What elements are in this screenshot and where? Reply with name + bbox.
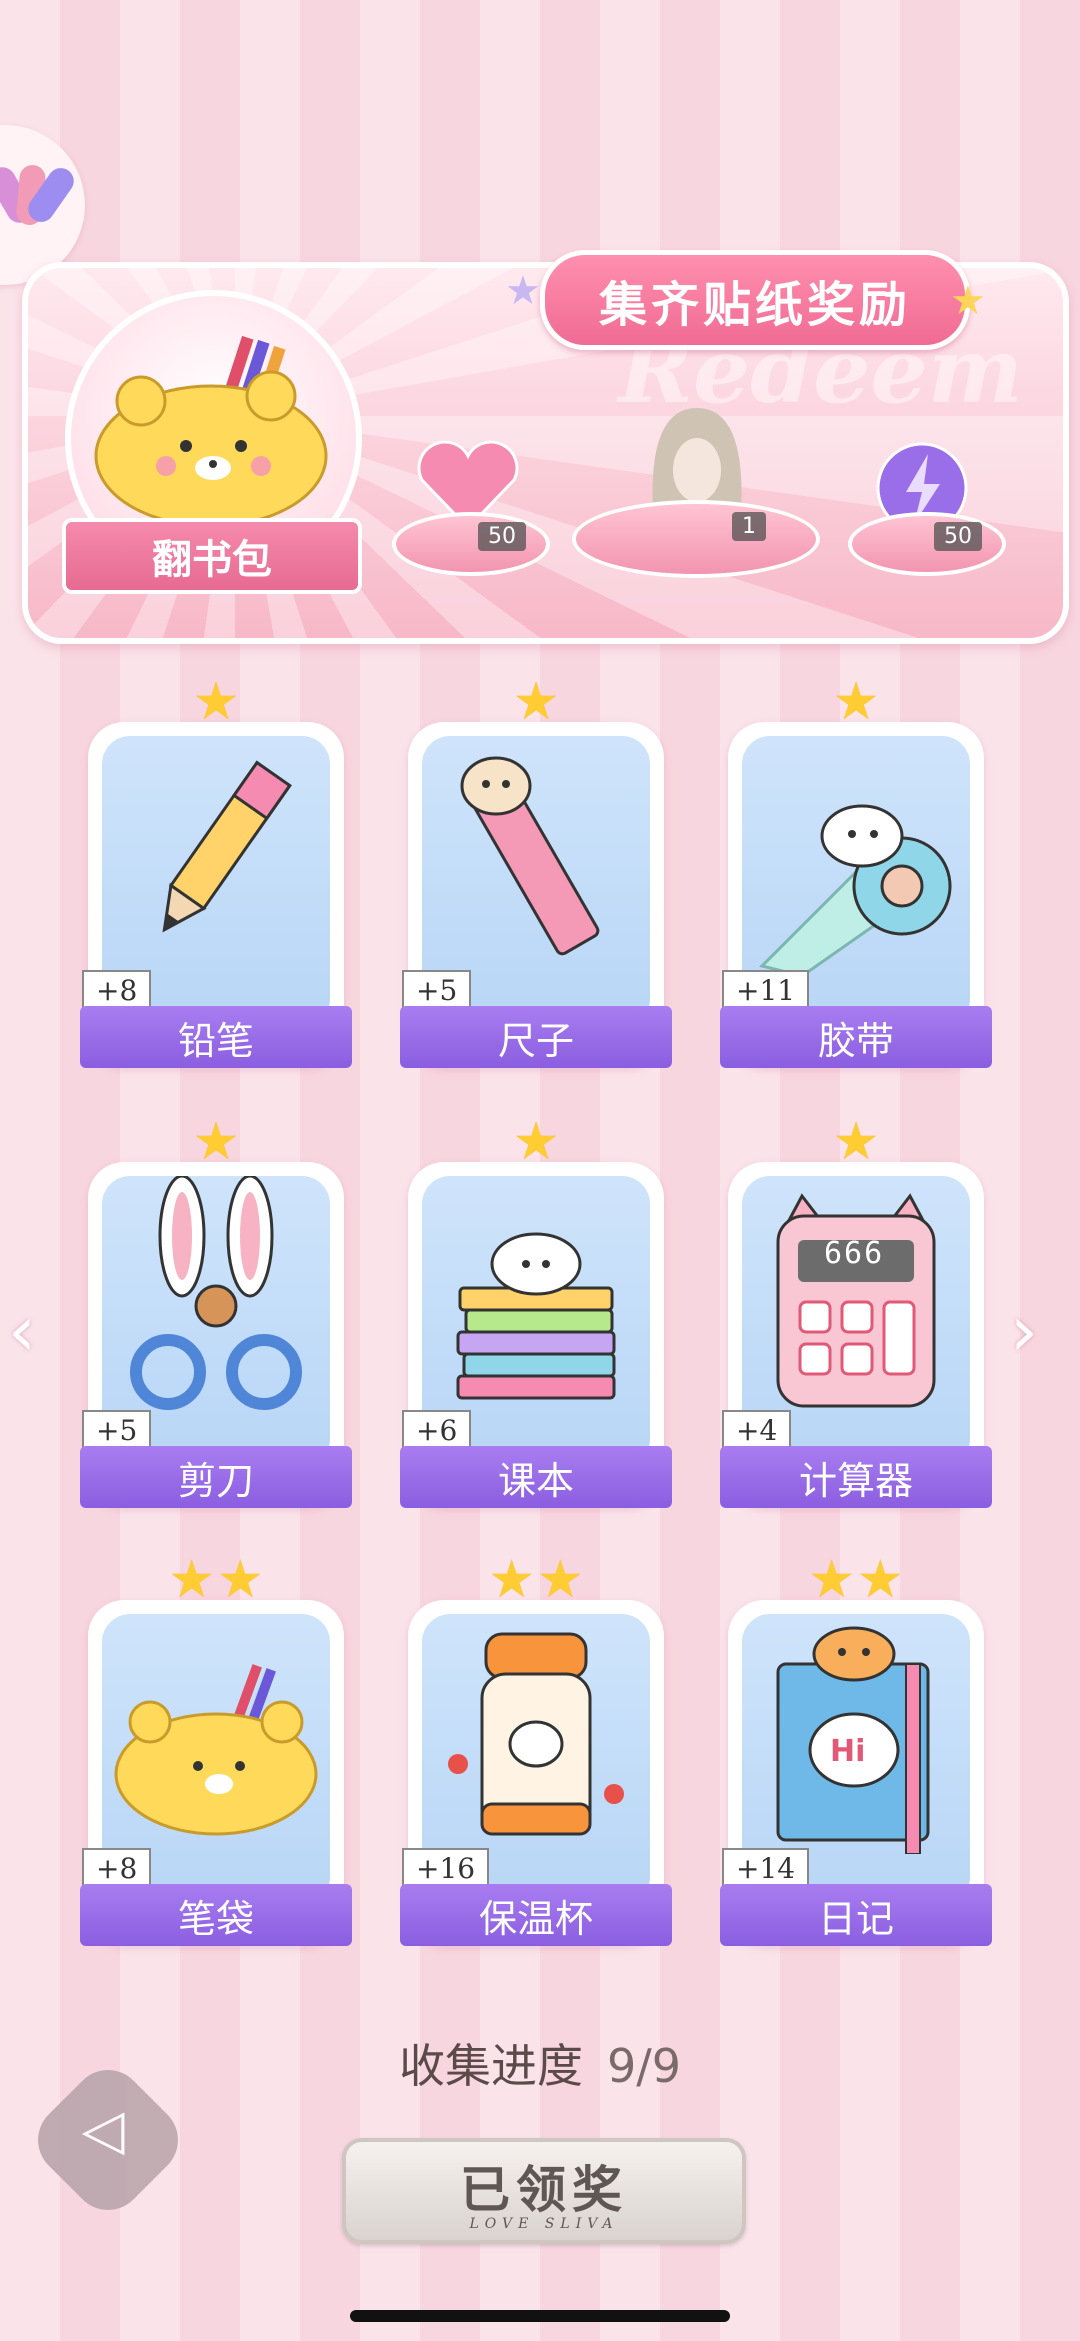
bonus-badge: +16	[402, 1848, 490, 1889]
sticker-card-scissors[interactable]: +5 剪刀	[80, 1162, 352, 1508]
star-deco-icon: ★	[950, 278, 986, 324]
collection-progress: 收集进度 9/9	[0, 2030, 1080, 2096]
sticker-card-tape[interactable]: +11 胶带	[720, 722, 992, 1068]
claimed-button[interactable]: 已领奖 LOVE SLIVA	[342, 2138, 746, 2244]
open-bag-button[interactable]: 翻书包	[62, 518, 362, 594]
thermos-icon	[448, 1632, 624, 1836]
sticker-name: 剪刀	[80, 1446, 352, 1508]
bonus-badge: +8	[82, 1848, 152, 1889]
pedestal	[572, 500, 820, 578]
textbook-icon	[456, 1232, 616, 1400]
pencil-case-icon	[114, 1664, 318, 1836]
sticker-card-diary[interactable]: Hi +14 日记	[720, 1600, 992, 1946]
bonus-badge: +6	[402, 1410, 472, 1451]
pedestal	[392, 512, 550, 576]
progress-value: 9/9	[606, 2039, 682, 2093]
bonus-badge: +8	[82, 970, 152, 1011]
reward-qty: 1	[732, 512, 766, 541]
reward-qty: 50	[478, 522, 526, 551]
claim-subtitle: LOVE SLIVA	[469, 2216, 619, 2232]
bonus-badge: +14	[722, 1848, 810, 1889]
sticker-name: 计算器	[720, 1446, 992, 1508]
menu-bubble[interactable]	[0, 125, 85, 285]
reward-qty: 50	[934, 522, 982, 551]
next-page-arrow[interactable]: ›	[1010, 1290, 1038, 1372]
calculator-screen: 666	[824, 1236, 885, 1271]
sticker-name: 课本	[400, 1446, 672, 1508]
prev-page-arrow[interactable]: ‹	[8, 1290, 36, 1372]
bonus-badge: +4	[722, 1410, 792, 1451]
star-deco-icon: ★	[505, 268, 541, 314]
sticker-name: 尺子	[400, 1006, 672, 1068]
reward-heart-gem: 50	[388, 440, 550, 576]
scissors-icon	[130, 1174, 302, 1410]
sticker-name: 笔袋	[80, 1884, 352, 1946]
sticker-card-ruler[interactable]: +5 尺子	[400, 722, 672, 1068]
calculator-icon	[776, 1193, 936, 1408]
sticker-card-calculator[interactable]: 666 +4 计算器	[720, 1162, 992, 1508]
progress-label: 收集进度	[398, 2039, 583, 2093]
reward-avatar-hair: 1	[572, 400, 822, 580]
claim-label: 已领奖	[460, 2160, 628, 2219]
sticker-card-pencil-case[interactable]: +8 笔袋	[80, 1600, 352, 1946]
sticker-card-textbook[interactable]: +6 课本	[400, 1162, 672, 1508]
sticker-name: 铅笔	[80, 1006, 352, 1068]
sticker-name: 保温杯	[400, 1884, 672, 1946]
ruler-icon	[460, 756, 600, 956]
sticker-name: 胶带	[720, 1006, 992, 1068]
diary-cover-text: Hi	[830, 1734, 866, 1769]
tape-icon	[759, 804, 952, 978]
pencil-icon	[162, 760, 292, 933]
home-indicator[interactable]	[350, 2310, 730, 2322]
sticker-name: 日记	[720, 1884, 992, 1946]
pedestal	[848, 512, 1006, 576]
bonus-badge: +5	[82, 1410, 152, 1451]
banner-title: 集齐贴纸奖励	[540, 250, 970, 350]
reward-lightning-orb: 50	[844, 440, 1006, 576]
sticker-card-pencil[interactable]: +8 铅笔	[80, 722, 352, 1068]
bonus-badge: +5	[402, 970, 472, 1011]
bonus-badge: +11	[722, 970, 810, 1011]
back-arrow-icon: ◁	[81, 2097, 125, 2163]
sticker-card-thermos[interactable]: +16 保温杯	[400, 1600, 672, 1946]
